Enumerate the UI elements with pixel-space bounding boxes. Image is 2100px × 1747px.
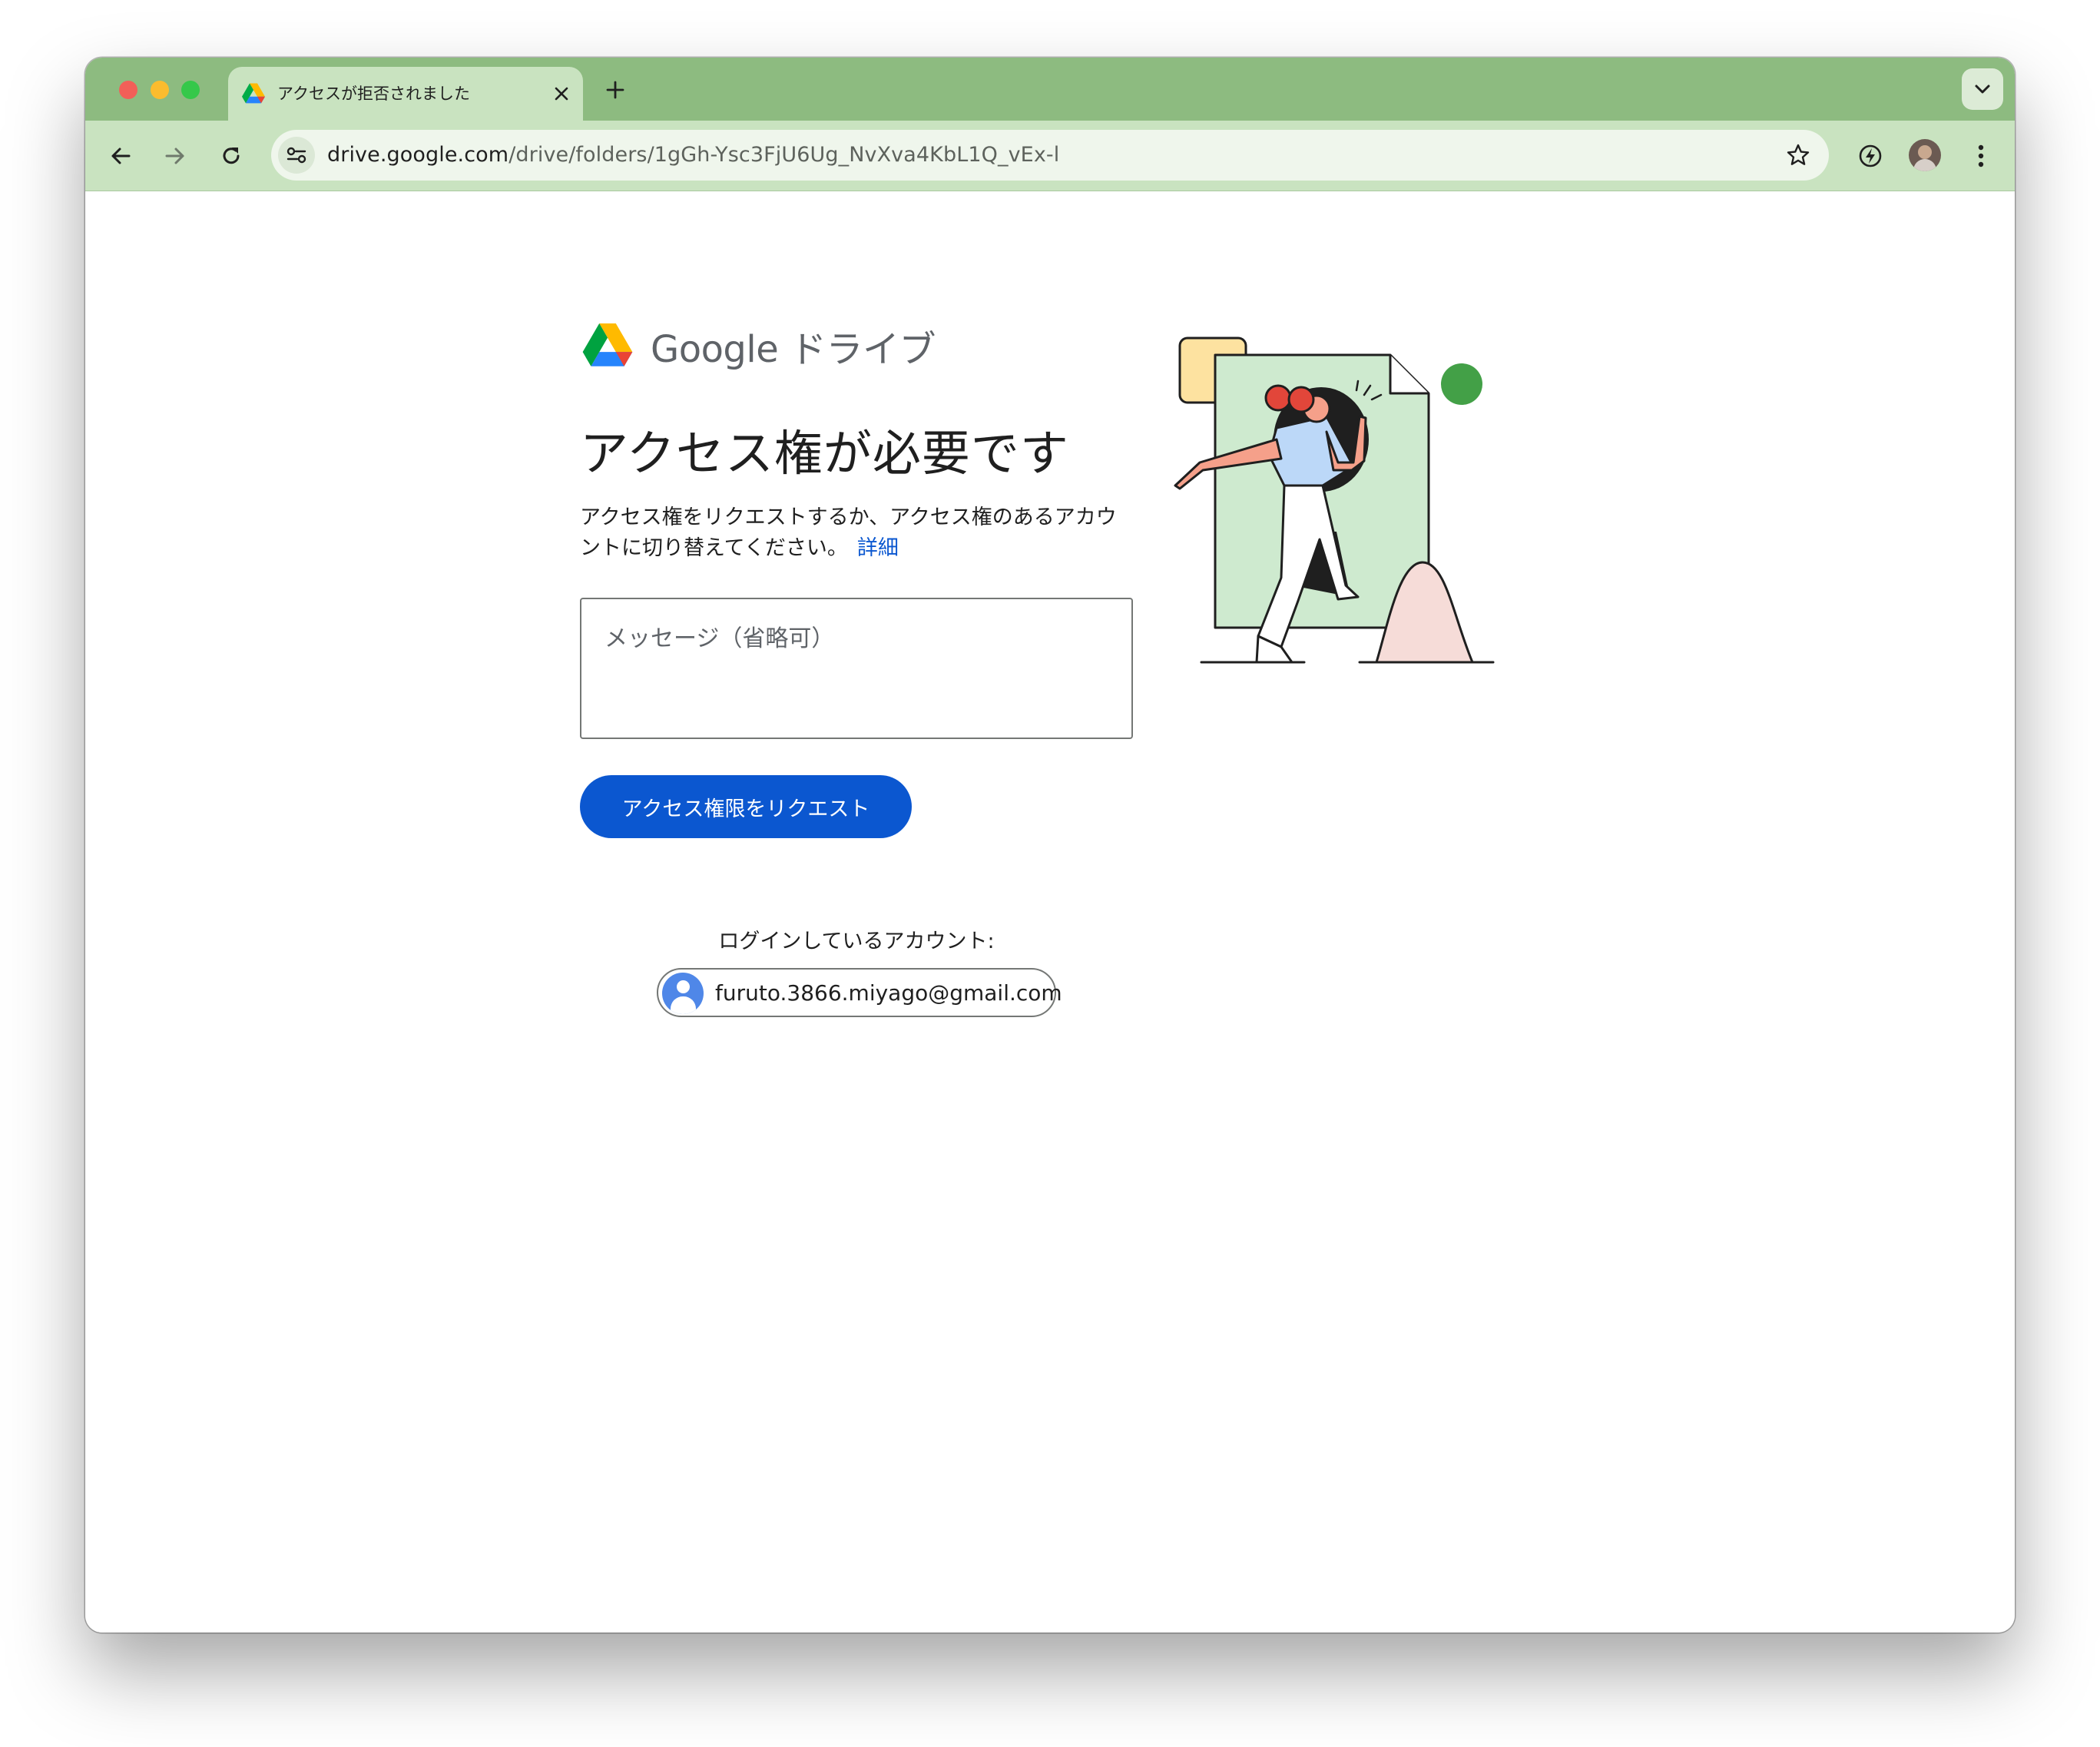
google-drive-icon bbox=[242, 83, 265, 104]
minimize-window-button[interactable] bbox=[151, 81, 169, 99]
tune-icon[interactable] bbox=[278, 137, 315, 174]
description: アクセス権をリクエストするか、アクセス権のあるアカウントに切り替えてください。詳… bbox=[580, 502, 1133, 564]
maximize-window-button[interactable] bbox=[181, 81, 200, 99]
url-path: /drive/folders/1gGh-Ysc3FjU6Ug_NvXva4KbL… bbox=[508, 143, 1060, 167]
avatar-icon[interactable] bbox=[1909, 139, 1941, 171]
account-avatar-icon bbox=[662, 973, 704, 1014]
address-bar[interactable]: drive.google.com/drive/folders/1gGh-Ysc3… bbox=[271, 130, 1829, 181]
close-icon[interactable] bbox=[551, 83, 572, 104]
arrow-left-icon[interactable] bbox=[104, 139, 137, 173]
brand-name: Google ドライブ bbox=[651, 328, 936, 371]
url-host: drive.google.com bbox=[327, 143, 509, 167]
request-access-button[interactable]: アクセス権限をリクエスト bbox=[580, 775, 912, 838]
star-icon[interactable] bbox=[1783, 140, 1813, 171]
tab-title: アクセスが拒否されました bbox=[277, 85, 470, 103]
tab-active[interactable]: アクセスが拒否されました bbox=[228, 67, 583, 121]
tab-strip: アクセスが拒否されました bbox=[85, 58, 2015, 121]
page-title: アクセス権が必要です bbox=[580, 426, 1069, 482]
url-text[interactable]: drive.google.com/drive/folders/1gGh-Ysc3… bbox=[327, 143, 1059, 167]
close-window-button[interactable] bbox=[119, 81, 137, 99]
lightning-icon[interactable] bbox=[1852, 138, 1889, 174]
message-input[interactable] bbox=[580, 598, 1133, 739]
login-label: ログインしているアカウント: bbox=[718, 930, 995, 953]
arrow-right-icon[interactable] bbox=[158, 139, 192, 173]
browser-window: アクセスが拒否されました drive.google.com/drive/fold… bbox=[85, 58, 2015, 1633]
access-denied-illustration bbox=[1174, 336, 1495, 664]
chevron-down-icon[interactable] bbox=[1962, 68, 2003, 110]
plus-icon[interactable] bbox=[598, 73, 632, 107]
account-email: furuto.3866.miyago@gmail.com bbox=[715, 980, 1062, 1006]
brand-header: Google ドライブ bbox=[581, 321, 936, 371]
more-vert-icon[interactable] bbox=[1963, 138, 1999, 174]
browser-toolbar: drive.google.com/drive/folders/1gGh-Ysc3… bbox=[85, 121, 2015, 191]
account-chip[interactable]: furuto.3866.miyago@gmail.com bbox=[657, 968, 1062, 1017]
reload-icon[interactable] bbox=[214, 139, 248, 173]
description-text: アクセス権をリクエストするか、アクセス権のあるアカウントに切り替えてください。 bbox=[580, 506, 1117, 560]
google-drive-logo-icon bbox=[581, 323, 634, 368]
learn-more-link[interactable]: 詳細 bbox=[857, 536, 899, 560]
page-content bbox=[85, 191, 2015, 1633]
